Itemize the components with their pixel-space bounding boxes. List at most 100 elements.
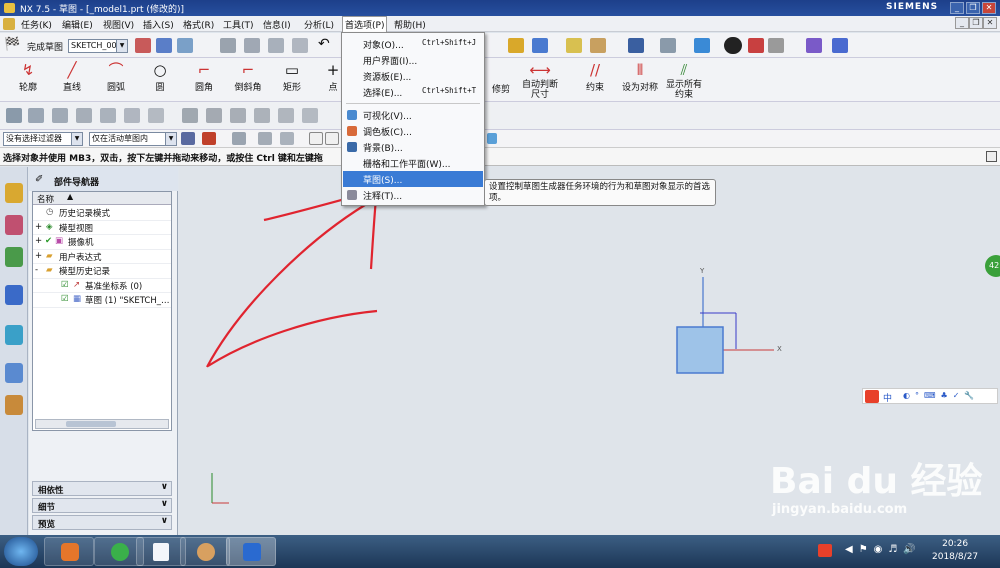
menu-analysis[interactable]: 分析(L) <box>304 18 334 31</box>
chamfer-tool[interactable]: ⌐ 倒斜角 <box>228 60 268 93</box>
menu-item-sketch[interactable]: 草图(S)... <box>343 171 483 187</box>
tree-row-model-views[interactable]: + ◈ 模型视图 <box>33 221 171 235</box>
tree-row-model-history[interactable]: - ▰ 模型历史记录 <box>33 264 171 279</box>
paste-icon[interactable] <box>292 38 308 53</box>
web-browser-icon[interactable] <box>5 325 23 345</box>
input-mode-label[interactable]: 中 <box>883 391 892 404</box>
intersection-icon[interactable] <box>100 108 116 123</box>
profile-tool[interactable]: ↯ 轮廓 <box>10 60 46 93</box>
tree-row-user-expressions[interactable]: + ▰ 用户表达式 <box>33 250 171 264</box>
menu-app-icon[interactable] <box>3 18 15 30</box>
arc-tool[interactable]: ⌒ 圆弧 <box>98 60 134 93</box>
expand-toggle[interactable]: - <box>35 265 38 275</box>
quick-pick-icon[interactable] <box>487 133 497 144</box>
column-header[interactable]: 名称 ▲ <box>33 192 171 205</box>
minimize-button[interactable]: _ <box>950 2 964 14</box>
scroll-thumb[interactable] <box>66 421 116 427</box>
mirror-icon[interactable] <box>76 108 92 123</box>
assembly-navigator-icon[interactable] <box>5 183 23 203</box>
cut-icon[interactable] <box>244 38 260 53</box>
close-button[interactable]: ✕ <box>982 2 996 14</box>
menu-item-visualization[interactable]: 可视化(V)... <box>343 107 483 123</box>
pattern-icon[interactable] <box>52 108 68 123</box>
derived-line-icon[interactable] <box>148 108 164 123</box>
details-panel[interactable]: 细节 ∨ <box>32 498 172 513</box>
menu-item-palette[interactable]: 调色板(C)... <box>343 123 483 139</box>
snap-icon[interactable] <box>508 38 524 53</box>
sketch-plane[interactable] <box>676 326 724 374</box>
menu-item-object[interactable]: 对象(O)... Ctrl+Shift+J <box>343 36 483 52</box>
copy-icon[interactable] <box>268 38 284 53</box>
system-clock[interactable]: 20:26 2018/8/27 <box>932 538 978 564</box>
edit-defining-icon[interactable] <box>206 108 222 123</box>
type-filter-select[interactable]: 没有选择过滤器 ▼ <box>3 132 83 146</box>
tree-row-datum-csys[interactable]: ☑ ↗ 基准坐标系 (0) <box>33 279 171 293</box>
menu-item-grid[interactable]: 栅格和工作平面(W)... <box>343 155 483 171</box>
ime-tools-icons[interactable]: ◐°⌨♣✓🔧 <box>903 391 979 400</box>
doc-restore-button[interactable]: ❐ <box>969 17 983 29</box>
menu-info[interactable]: 信息(I) <box>263 18 291 31</box>
constraint-tool[interactable]: // 约束 <box>580 60 610 93</box>
constraint-navigator-icon[interactable] <box>5 215 23 235</box>
status-toggle-icon[interactable] <box>986 151 997 162</box>
orient-icon[interactable] <box>660 38 676 53</box>
offset-curve-icon[interactable] <box>28 108 44 123</box>
checkbox-checked-icon[interactable]: ☑ <box>61 280 69 290</box>
tree-row-history-mode[interactable]: ◷ 历史记录模式 <box>33 206 171 221</box>
menu-item-background[interactable]: 背景(B)... <box>343 139 483 155</box>
menu-insert[interactable]: 插入(S) <box>143 18 174 31</box>
float-badge[interactable]: 42 <box>985 255 1000 277</box>
start-button[interactable] <box>4 537 38 566</box>
expand-toggle[interactable]: + <box>35 222 42 232</box>
edit-curve-icon[interactable] <box>182 108 198 123</box>
pin-icon[interactable]: ✐ <box>35 174 43 185</box>
point-snap-icon[interactable] <box>309 132 323 145</box>
checkbox-checked-icon[interactable]: ☑ <box>61 294 69 304</box>
dependencies-panel[interactable]: 相依性 ∨ <box>32 481 172 496</box>
taskbar-app-paint[interactable] <box>180 537 230 566</box>
snap-point-icon[interactable] <box>202 132 216 145</box>
menu-item-resource-bar[interactable]: 资源板(E)... <box>343 68 483 84</box>
doc-minimize-button[interactable]: _ <box>955 17 969 29</box>
trim-tool[interactable]: 修剪 <box>486 82 516 95</box>
tray-ime-icon[interactable] <box>818 544 832 557</box>
taskbar-app-photoshop[interactable] <box>44 537 94 566</box>
doc-close-button[interactable]: ✕ <box>983 17 997 29</box>
rectangle-tool[interactable]: ▭ 矩形 <box>274 60 310 93</box>
maximize-button[interactable]: ❐ <box>966 2 980 14</box>
taskbar-app-nx[interactable] <box>226 537 276 566</box>
tree-row-sketch[interactable]: ☑ ▦ 草图 (1) "SKETCH_… <box>33 293 171 308</box>
make-symmetric-tool[interactable]: ⫴ 设为对称 <box>620 60 660 93</box>
section-icon[interactable] <box>806 38 822 53</box>
selection-mode-icon[interactable] <box>232 132 246 145</box>
grey-cube-icon[interactable] <box>768 38 784 53</box>
menu-task[interactable]: 任务(K) <box>21 18 52 31</box>
sketch-name-select[interactable]: SKETCH_000 ▼ <box>68 39 128 53</box>
finish-sketch-button[interactable]: 完成草图 <box>27 40 63 53</box>
sketch-style-icon[interactable] <box>177 38 193 53</box>
history-icon[interactable] <box>5 363 23 383</box>
rectangle-select-icon[interactable] <box>280 132 294 145</box>
roles-icon[interactable] <box>5 395 23 415</box>
move-curve-icon[interactable] <box>230 108 246 123</box>
offset-move-icon[interactable] <box>254 108 270 123</box>
filter-options-icon[interactable] <box>181 132 195 145</box>
menu-edit[interactable]: 编辑(E) <box>62 18 93 31</box>
expand-toggle[interactable]: + <box>35 236 42 246</box>
menu-item-user-interface[interactable]: 用户界面(I)... <box>343 52 483 68</box>
layer-icon[interactable] <box>832 38 848 53</box>
auto-dimension-tool[interactable]: ⟷ 自动判断尺寸 <box>518 60 562 100</box>
shading-icon[interactable] <box>724 37 742 54</box>
angle-icon[interactable] <box>590 38 606 53</box>
menu-help[interactable]: 帮助(H) <box>394 18 426 31</box>
measure-icon[interactable] <box>566 38 582 53</box>
render-icon[interactable] <box>748 38 764 53</box>
sogou-logo-icon[interactable] <box>865 390 879 403</box>
tree-row-cameras[interactable]: + ✔ ▣ 摄像机 <box>33 235 171 250</box>
menu-preferences[interactable]: 首选项(P) <box>342 16 388 33</box>
menu-item-selection[interactable]: 选择(E)... Ctrl+Shift+T <box>343 84 483 100</box>
cube-icon[interactable] <box>694 38 710 53</box>
circle-tool[interactable]: ○ 圆 <box>142 60 178 93</box>
line-tool[interactable]: ╱ 直线 <box>54 60 90 93</box>
menu-format[interactable]: 格式(R) <box>183 18 214 31</box>
